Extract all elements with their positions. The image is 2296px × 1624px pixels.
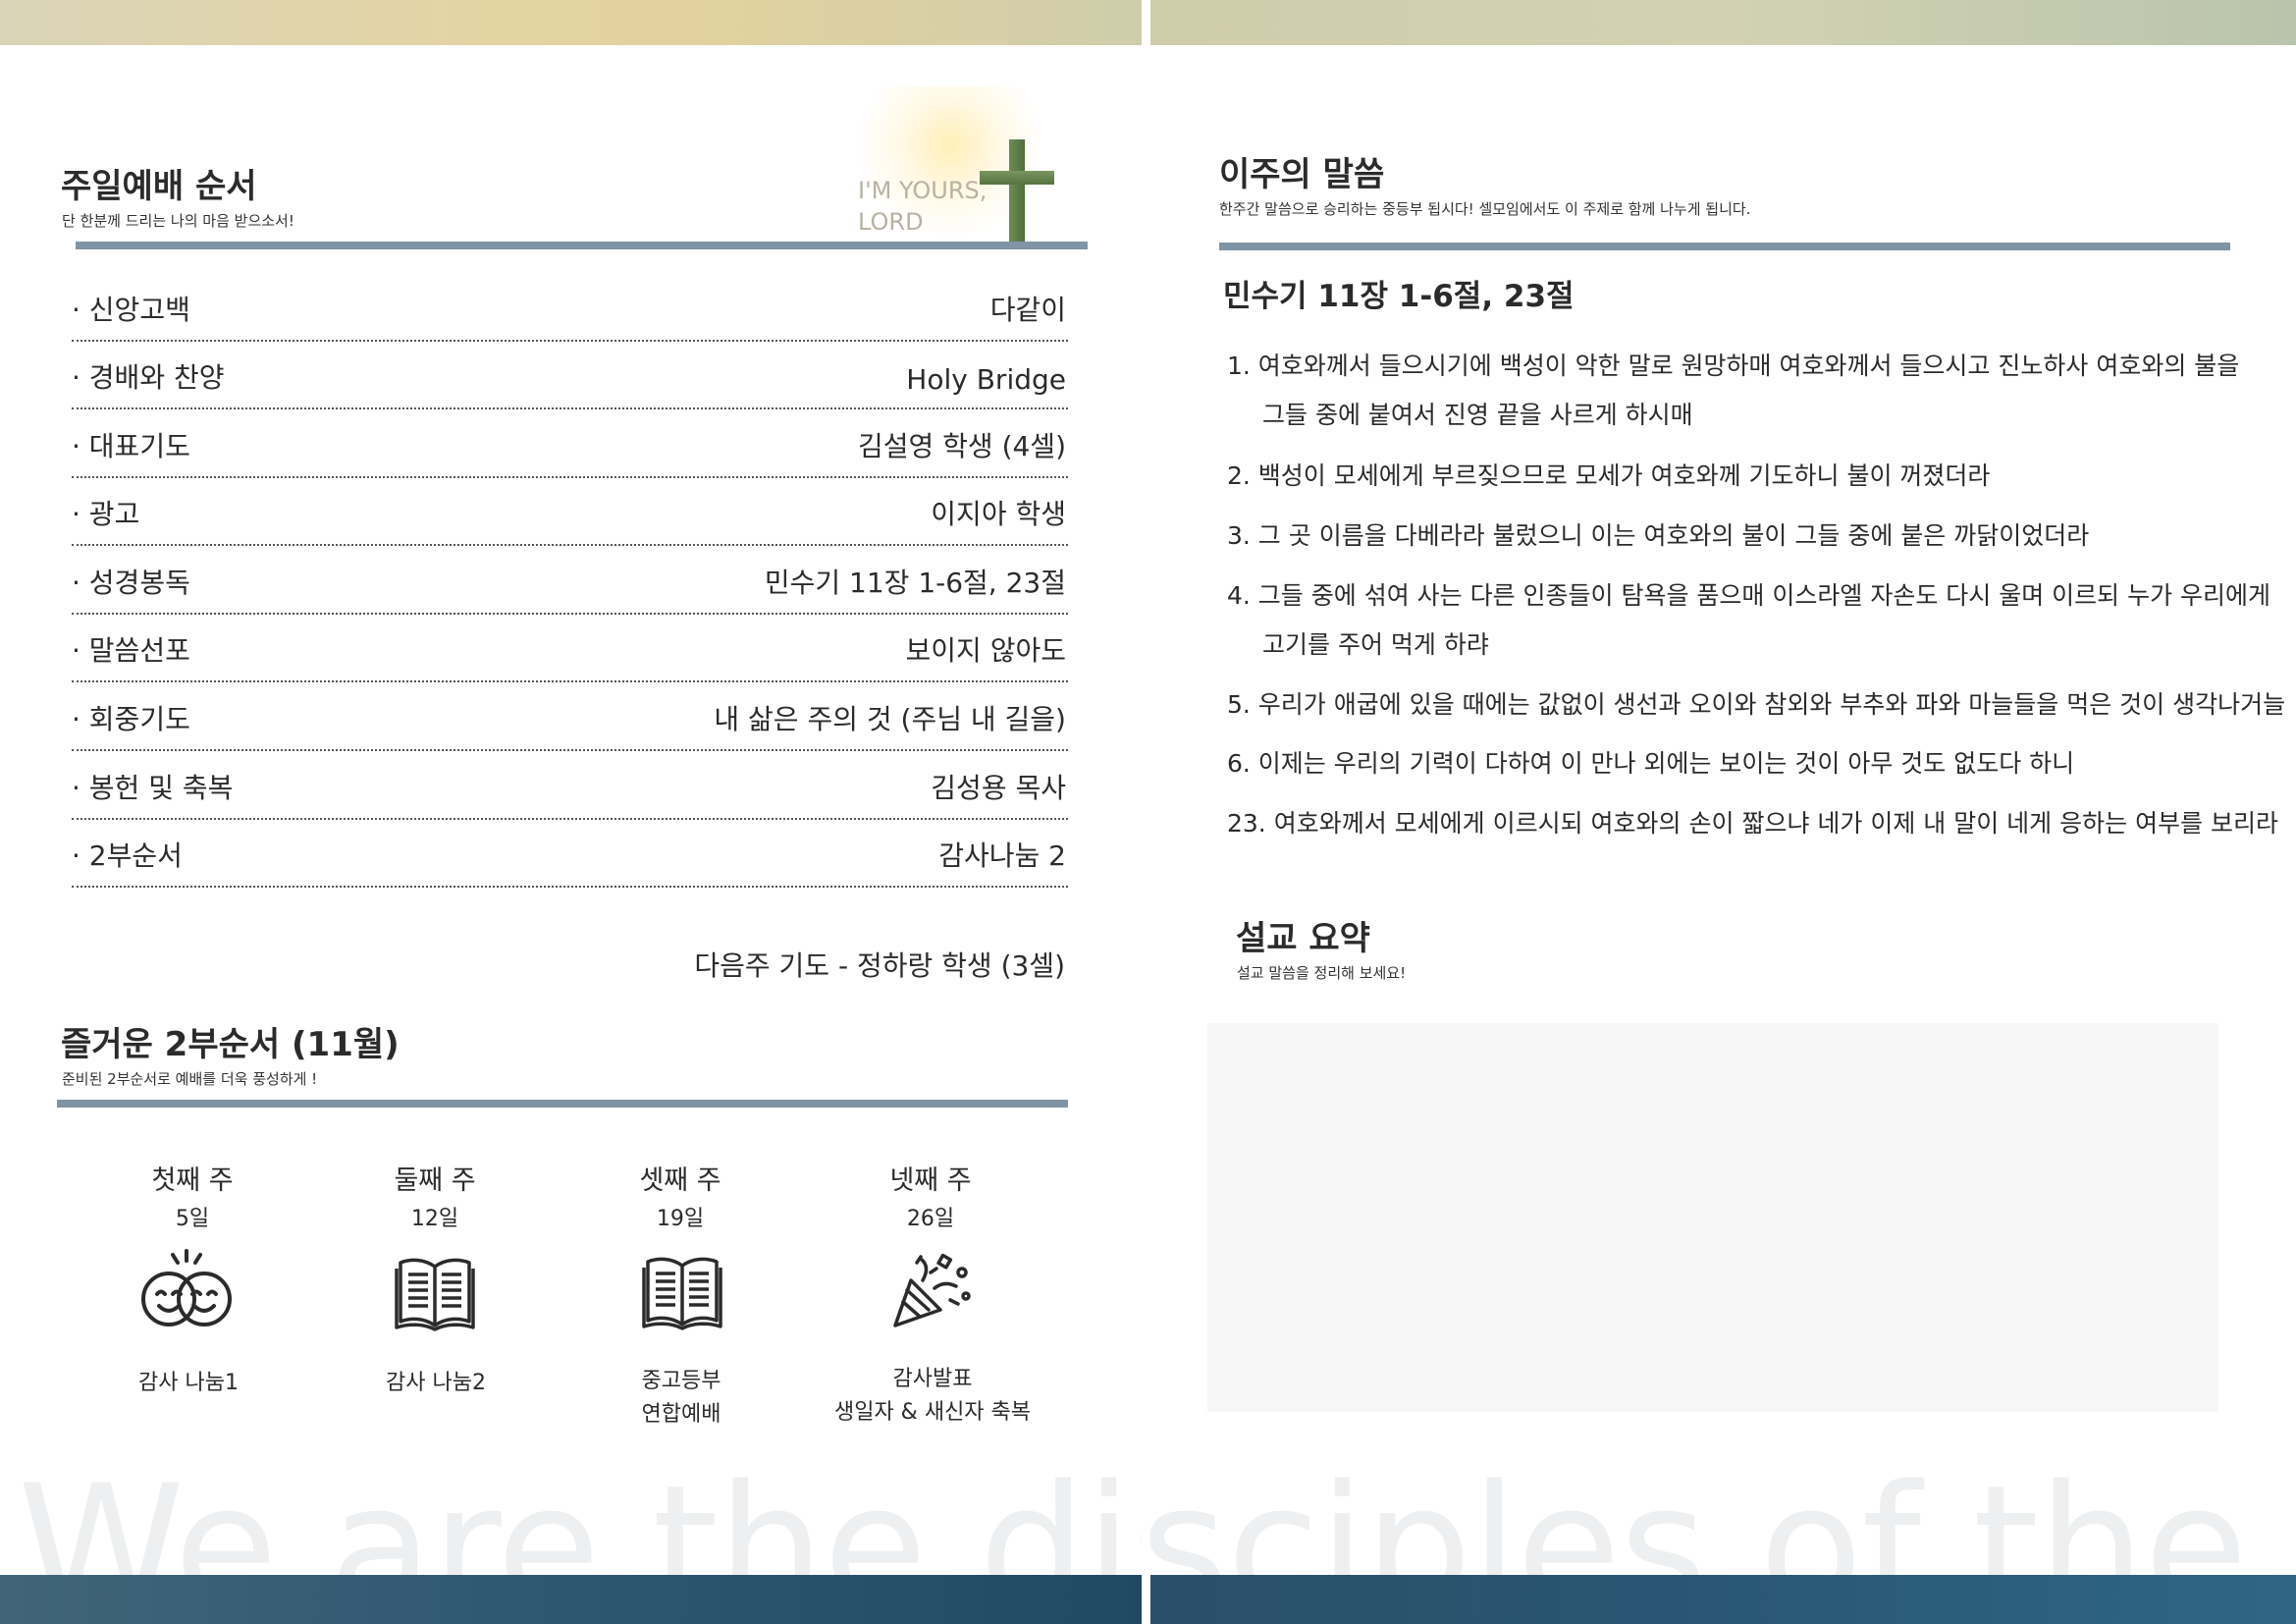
week-name: 셋째 주 bbox=[639, 1165, 721, 1196]
order-value: 이지아 학생 bbox=[931, 498, 1066, 530]
cross-graphic: I'M YOURS, LORD bbox=[793, 86, 1088, 244]
top-banner bbox=[0, 0, 1142, 45]
summary-notes-box[interactable] bbox=[1207, 1023, 2218, 1412]
program-subtitle: 준비된 2부순서로 예배를 더욱 풍성하게 ! bbox=[62, 1070, 318, 1088]
verse: 3. 그 곳 이름을 다베라라 불렀으니 이는 여호와의 불이 그들 중에 붙은… bbox=[1227, 521, 2090, 550]
week-date: 19일 bbox=[656, 1207, 705, 1231]
week-date: 5일 bbox=[175, 1207, 210, 1231]
order-value: 다같이 bbox=[989, 294, 1066, 326]
order-label: · 2부순서 bbox=[72, 839, 183, 872]
week-3: 셋째 주 19일 bbox=[582, 1159, 778, 1232]
order-label: · 광고 bbox=[72, 498, 140, 530]
week-caption: 감사발표 생일자 & 새신자 축복 bbox=[833, 1367, 1032, 1425]
top-banner bbox=[1150, 0, 2296, 45]
order-row: · 광고 이지아 학생 bbox=[72, 477, 1068, 546]
order-row: · 경배와 찬양 Holy Bridge bbox=[72, 341, 1068, 409]
bottom-banner bbox=[1150, 1575, 2296, 1624]
cross-icon-bar bbox=[980, 171, 1054, 185]
order-row: · 대표기도 김설영 학생 (4셀) bbox=[72, 409, 1068, 478]
week-name: 둘째 주 bbox=[394, 1165, 476, 1196]
order-value: 김성용 목사 bbox=[931, 772, 1066, 804]
summary-subtitle: 설교 말씀을 정리해 보세요! bbox=[1237, 964, 1407, 982]
verse: 1. 여호와께서 들으시기에 백성이 악한 말로 원망하매 여호와께서 들으시고… bbox=[1227, 352, 2240, 429]
verse: 23. 여호와께서 모세에게 이르시되 여호와의 손이 짧으냐 네가 이제 내 … bbox=[1227, 809, 2279, 838]
week-caption: 감사 나눔1 bbox=[138, 1371, 239, 1395]
week-name: 넷째 주 bbox=[889, 1165, 972, 1196]
week-4: 넷째 주 26일 bbox=[832, 1159, 1029, 1232]
order-row: · 봉헌 및 축복 김성용 목사 bbox=[72, 751, 1068, 820]
open-book-icon bbox=[642, 1257, 722, 1330]
open-book-icon bbox=[395, 1258, 475, 1331]
order-value: 내 삶은 주의 것 (주님 내 길을) bbox=[714, 703, 1066, 735]
word-subtitle: 한주간 말씀으로 승리하는 중등부 됩시다! 셀모임에서도 이 주제로 함께 나… bbox=[1219, 200, 1751, 218]
order-label: · 대표기도 bbox=[72, 430, 190, 462]
cross-icon bbox=[1009, 139, 1025, 242]
order-label: · 말씀선포 bbox=[72, 634, 190, 667]
section-divider bbox=[76, 242, 1088, 249]
week-2: 둘째 주 12일 bbox=[337, 1159, 533, 1232]
order-value: 보이지 않아도 bbox=[905, 634, 1066, 667]
two-smiling-faces-icon bbox=[141, 1249, 232, 1326]
week-date: 12일 bbox=[410, 1207, 459, 1231]
order-label: · 봉헌 및 축복 bbox=[72, 772, 234, 804]
week-caption: 중고등부 연합예배 bbox=[641, 1369, 721, 1427]
cross-caption: I'M YOURS, LORD bbox=[858, 177, 988, 236]
order-row: · 성경봉독 민수기 11장 1-6절, 23절 bbox=[72, 546, 1068, 615]
week-date: 26일 bbox=[906, 1207, 955, 1231]
week-caption: 감사 나눔2 bbox=[386, 1371, 486, 1395]
verse: 2. 백성이 모세에게 부르짖으므로 모세가 여호와께 기도하니 불이 꺼졌더라 bbox=[1227, 461, 1991, 490]
order-label: · 경배와 찬양 bbox=[72, 361, 225, 394]
party-popper-icon bbox=[893, 1253, 971, 1327]
worship-order-subtitle: 단 한분께 드리는 나의 마음 받으소서! bbox=[62, 212, 294, 230]
order-row: · 회중기도 내 삶은 주의 것 (주님 내 길을) bbox=[72, 682, 1068, 751]
order-label: · 신앙고백 bbox=[72, 294, 190, 326]
order-row: · 말씀선포 보이지 않아도 bbox=[72, 614, 1068, 682]
order-value: Holy Bridge bbox=[906, 363, 1066, 396]
order-value: 감사나눔 2 bbox=[938, 839, 1066, 872]
word-title: 이주의 말씀 bbox=[1219, 155, 1385, 194]
week-name: 첫째 주 bbox=[151, 1165, 234, 1196]
section-divider bbox=[1219, 243, 2230, 250]
week-1: 첫째 주 5일 bbox=[94, 1159, 291, 1232]
passage-title: 민수기 11장 1-6절, 23절 bbox=[1223, 279, 1575, 314]
bottom-banner bbox=[0, 1575, 1142, 1624]
next-prayer: 다음주 기도 - 정하랑 학생 (3셀) bbox=[694, 949, 1065, 982]
summary-title: 설교 요약 bbox=[1236, 919, 1370, 958]
page-gutter bbox=[1142, 0, 1150, 1624]
order-value: 김설영 학생 (4셀) bbox=[857, 430, 1066, 462]
worship-order-title: 주일예배 순서 bbox=[61, 167, 257, 206]
section-divider bbox=[57, 1100, 1068, 1108]
left-page: 주일예배 순서 단 한분께 드리는 나의 마음 받으소서! I'M YOURS,… bbox=[0, 0, 1142, 1624]
verse: 6. 이제는 우리의 기력이 다하여 이 만나 외에는 보이는 것이 아무 것도… bbox=[1227, 749, 2075, 778]
order-row: · 2부순서 감사나눔 2 bbox=[72, 819, 1068, 888]
order-label: · 회중기도 bbox=[72, 703, 190, 735]
order-row: · 신앙고백 다같이 bbox=[72, 273, 1068, 342]
verse: 4. 그들 중에 섞여 사는 다른 인종들이 탐욕을 품으매 이스라엘 자손도 … bbox=[1227, 581, 2271, 659]
verse: 5. 우리가 애굽에 있을 때에는 값없이 생선과 오이와 참외와 부추와 파와… bbox=[1227, 690, 2286, 719]
order-label: · 성경봉독 bbox=[72, 567, 190, 599]
program-title: 즐거운 2부순서 (11월) bbox=[61, 1025, 400, 1064]
order-value: 민수기 11장 1-6절, 23절 bbox=[764, 567, 1066, 599]
